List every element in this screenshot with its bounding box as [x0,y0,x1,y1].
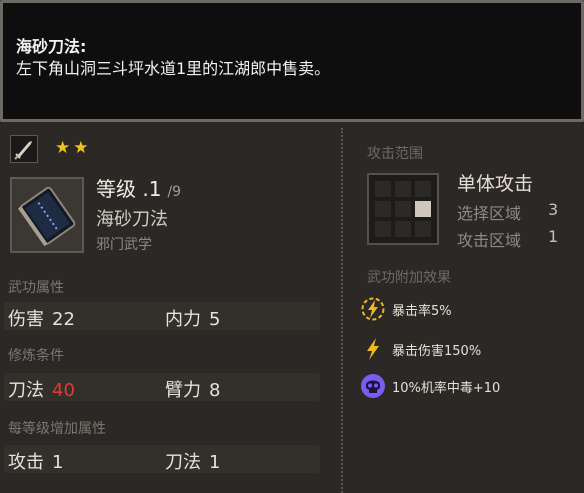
star-rating: ★★ [55,138,92,158]
blade-icon [10,135,38,163]
effects-title: 武功附加效果 [367,270,451,286]
effect-poison: 10%机率中毒+10 [360,373,500,399]
stat-internal-force: 内力 5 [165,309,221,330]
lightning-icon [367,338,379,360]
tooltip-description: 左下角山洞三斗坪水道1里的江湖郎中售卖。 [16,59,331,78]
select-area-label: 选择区域 [457,204,522,223]
section-requirements: 修炼条件 [8,348,64,364]
skill-name: 海砂刀法 [96,209,168,230]
book-icon [17,186,76,247]
req-blade-skill: 刀法 40 [8,380,75,401]
section-per-level: 每等级增加属性 [8,421,106,437]
skill-level: 等级 .1/9 [96,173,181,202]
level-label: 等级 .1 [96,177,162,201]
per-level-row: 攻击 1 刀法 1 [4,445,320,473]
range-title: 攻击范围 [367,146,423,162]
per-level-blade: 刀法 1 [165,452,221,473]
tooltip-box: 海砂刀法: 左下角山洞三斗坪水道1里的江湖郎中售卖。 [0,0,584,122]
tooltip-title: 海砂刀法: [16,37,87,56]
range-type: 单体攻击 [457,173,534,195]
lightning-circle-icon [361,297,385,321]
column-divider [341,128,343,493]
stat-damage: 伤害 22 [8,309,75,330]
skill-book-icon-frame [10,177,84,253]
attribute-row: 伤害 22 内力 5 [4,302,320,330]
select-area-value: 3 [548,200,559,219]
attack-area-value: 1 [548,227,559,246]
skull-icon [361,374,385,398]
requirement-row: 刀法 40 臂力 8 [4,373,320,401]
attack-area-label: 攻击区域 [457,231,522,250]
effect-crit-damage: 暴击伤害150% [360,336,481,362]
range-target-cell [415,201,431,217]
skill-school: 邪门武学 [96,237,152,253]
range-grid [367,173,439,245]
section-attributes: 武功属性 [8,280,64,296]
req-arm-strength: 臂力 8 [165,380,221,401]
effect-crit-rate: 暴击率5% [360,296,452,322]
per-level-attack: 攻击 1 [8,452,64,473]
level-max: /9 [167,184,182,200]
